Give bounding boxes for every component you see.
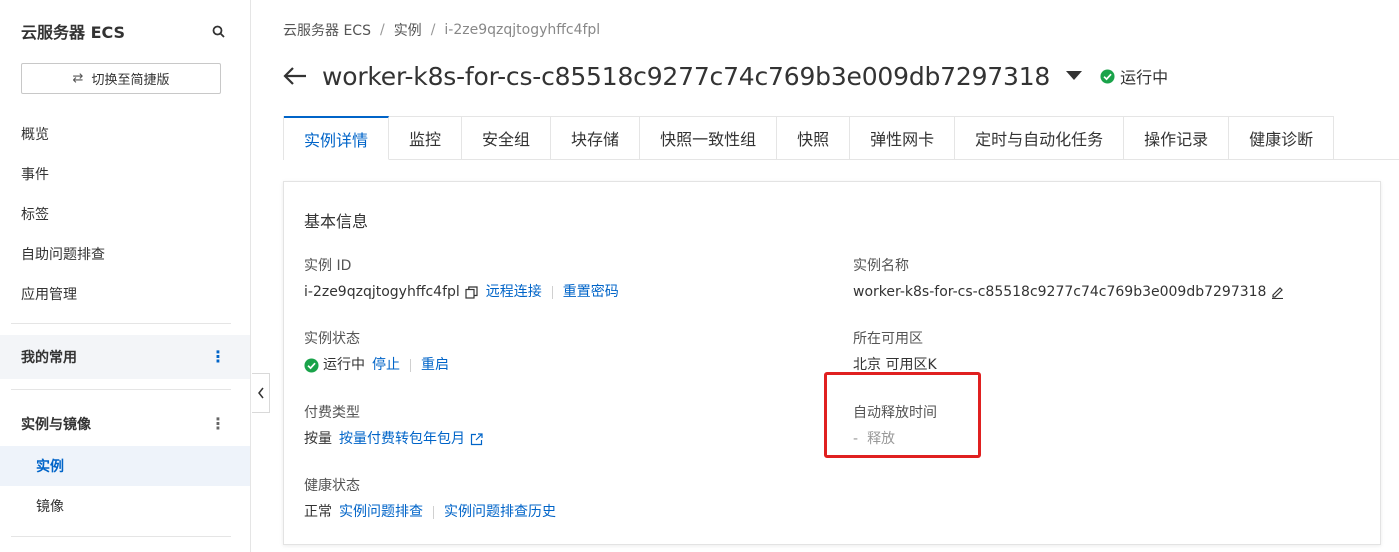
status-badge: 运行中 xyxy=(1100,64,1168,88)
instance-status-value: 运行中 xyxy=(323,357,365,373)
divider xyxy=(410,358,411,372)
sidebar-group-label: 我的常用 xyxy=(21,350,77,366)
breadcrumb-instances[interactable]: 实例 xyxy=(394,20,422,40)
tab-block-storage[interactable]: 块存储 xyxy=(551,116,641,160)
status-text: 运行中 xyxy=(1120,68,1169,87)
search-icon[interactable] xyxy=(210,23,226,39)
more-vertical-icon[interactable]: ⋮ xyxy=(210,416,226,432)
breadcrumb-separator: / xyxy=(379,22,385,38)
field-label: 所在可用区 xyxy=(853,331,923,347)
sidebar-divider xyxy=(11,536,231,537)
troubleshoot-link[interactable]: 实例问题排查 xyxy=(339,502,423,522)
restart-link[interactable]: 重启 xyxy=(421,355,449,375)
more-vertical-icon[interactable]: ⋮ xyxy=(210,349,226,365)
tab-snapshots[interactable]: 快照 xyxy=(777,116,851,160)
chevron-left-icon xyxy=(257,387,264,399)
card-title: 基本信息 xyxy=(304,212,369,231)
instance-name-value: worker-k8s-for-cs-c85518c9277c74c769b3e0… xyxy=(853,284,1267,300)
breadcrumb-current: i-2ze9qzqjtogyhffc4fpl xyxy=(444,22,601,38)
field-label: 实例状态 xyxy=(304,331,360,347)
tab-operation-logs[interactable]: 操作记录 xyxy=(1124,116,1230,160)
breadcrumb: 云服务器 ECS / 实例 / i-2ze9qzqjtogyhffc4fpl xyxy=(283,20,600,40)
sidebar-header: 云服务器 ECS xyxy=(21,20,226,42)
tab-instance-details[interactable]: 实例详情 xyxy=(284,116,390,160)
field-instance-status: 实例状态 运行中 停止 重启 xyxy=(304,329,449,375)
breadcrumb-ecs[interactable]: 云服务器 ECS xyxy=(283,20,371,40)
health-value: 正常 xyxy=(304,504,332,520)
stop-link[interactable]: 停止 xyxy=(372,355,400,375)
field-billing-type: 付费类型 按量 按量付费转包年包月 xyxy=(304,403,483,449)
tab-health-diagnosis[interactable]: 健康诊断 xyxy=(1229,116,1335,160)
caret-down-icon[interactable] xyxy=(1066,71,1083,81)
remote-connect-link[interactable]: 远程连接 xyxy=(486,282,542,302)
external-link-icon[interactable] xyxy=(470,432,483,446)
sidebar-item-instances[interactable]: 实例 xyxy=(0,446,250,486)
sidebar-group-instances-images[interactable]: 实例与镜像 ⋮ xyxy=(0,402,250,446)
tab-bar: 实例详情 监控 安全组 块存储 快照一致性组 快照 弹性网卡 定时与自动化任务 … xyxy=(283,116,1335,160)
field-label: 健康状态 xyxy=(304,478,360,494)
tab-snapshot-consistency-groups[interactable]: 快照一致性组 xyxy=(640,116,778,160)
page-header: worker-k8s-for-cs-c85518c9277c74c769b3e0… xyxy=(283,56,1168,96)
field-auto-release-time: 自动释放时间 - 释放 xyxy=(853,403,937,449)
field-health-status: 健康状态 正常 实例问题排查 实例问题排查历史 xyxy=(304,476,556,522)
collapse-sidebar-button[interactable] xyxy=(252,373,270,413)
instance-id-value: i-2ze9qzqjtogyhffc4fpl xyxy=(304,284,460,300)
zone-value: 北京 可用区K xyxy=(853,357,937,373)
basic-info-card: 基本信息 实例 ID i-2ze9qzqjtogyhffc4fpl 远程连接 重… xyxy=(283,181,1381,545)
back-arrow-icon[interactable] xyxy=(283,63,309,89)
auto-release-value: - xyxy=(853,431,859,447)
sidebar: 云服务器 ECS ⇄ 切换至简捷版 概览 事件 标签 自助问题排查 应用管理 我… xyxy=(0,0,251,552)
check-circle-icon xyxy=(304,357,319,373)
sidebar-group-favorites[interactable]: 我的常用 ⋮ xyxy=(0,335,250,379)
check-circle-icon xyxy=(1100,68,1115,84)
sidebar-item-images[interactable]: 镜像 xyxy=(0,486,250,526)
tab-security-groups[interactable]: 安全组 xyxy=(462,116,552,160)
copy-icon[interactable] xyxy=(465,285,478,299)
sidebar-item-self-troubleshoot[interactable]: 自助问题排查 xyxy=(0,234,250,274)
reset-password-link[interactable]: 重置密码 xyxy=(563,282,619,302)
sidebar-item-tags[interactable]: 标签 xyxy=(0,194,250,234)
release-link-disabled: 释放 xyxy=(867,431,896,447)
sidebar-item-app-management[interactable]: 应用管理 xyxy=(0,274,250,314)
tab-scheduled-tasks[interactable]: 定时与自动化任务 xyxy=(955,116,1125,160)
sidebar-title: 云服务器 ECS xyxy=(21,23,126,42)
tab-elastic-nic[interactable]: 弹性网卡 xyxy=(850,116,956,160)
breadcrumb-separator: / xyxy=(430,22,436,38)
sidebar-divider xyxy=(11,389,231,390)
field-zone: 所在可用区 北京 可用区K xyxy=(853,329,937,375)
sidebar-divider xyxy=(11,323,231,324)
billing-value: 按量 xyxy=(304,431,332,447)
switch-simple-version-button[interactable]: ⇄ 切换至简捷版 xyxy=(21,63,221,94)
divider xyxy=(551,285,553,299)
edit-icon[interactable] xyxy=(1271,286,1284,299)
field-label: 实例名称 xyxy=(853,258,909,274)
page-title: worker-k8s-for-cs-c85518c9277c74c769b3e0… xyxy=(322,61,1051,91)
field-instance-name: 实例名称 worker-k8s-for-cs-c85518c9277c74c76… xyxy=(853,256,1284,302)
field-label: 实例 ID xyxy=(304,258,352,274)
sidebar-item-events[interactable]: 事件 xyxy=(0,154,250,194)
field-instance-id: 实例 ID i-2ze9qzqjtogyhffc4fpl 远程连接 重置密码 xyxy=(304,256,619,302)
switch-arrows-icon: ⇄ xyxy=(72,71,84,86)
field-label: 自动释放时间 xyxy=(853,405,937,421)
troubleshoot-history-link[interactable]: 实例问题排查历史 xyxy=(444,502,556,522)
switch-label: 切换至简捷版 xyxy=(91,73,170,88)
sidebar-item-overview[interactable]: 概览 xyxy=(0,114,250,154)
convert-billing-link[interactable]: 按量付费转包年包月 xyxy=(339,429,465,449)
field-label: 付费类型 xyxy=(304,405,360,421)
divider xyxy=(433,505,434,519)
sidebar-group-label: 实例与镜像 xyxy=(21,417,91,433)
tab-monitoring[interactable]: 监控 xyxy=(389,116,463,160)
